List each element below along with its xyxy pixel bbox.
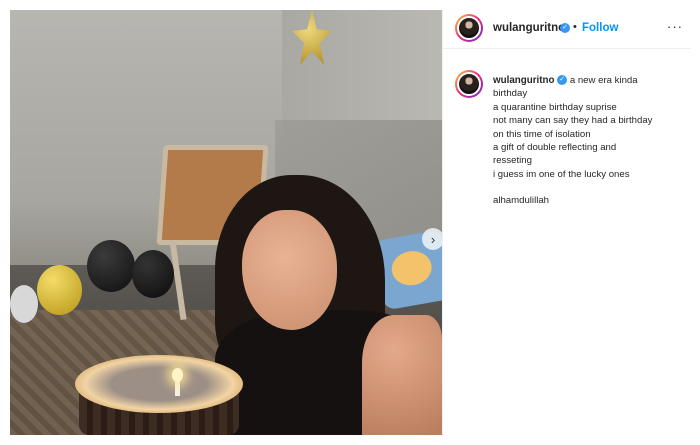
- instagram-post: › wulanguritno ✓ • Follow ··· wulangurit…: [0, 0, 700, 445]
- caption-avatar-image: [457, 72, 481, 96]
- post-sidebar: wulanguritno ✓ • Follow ··· wulanguritno…: [442, 10, 691, 435]
- candle-flame: [172, 368, 183, 382]
- post-header: wulanguritno ✓ • Follow ···: [443, 10, 691, 49]
- caption-line: a quarantine birthday suprise: [493, 101, 617, 113]
- caption-line: i guess im one of the lucky ones: [493, 168, 630, 180]
- cake-top: [75, 355, 243, 413]
- caption-line: on this time of isolation: [493, 128, 591, 140]
- avatar-image: [457, 16, 481, 40]
- caption-line: a gift of double reflecting and: [493, 142, 617, 154]
- caption-text: wulanguritno ✓ a new era kinda birthday …: [493, 74, 685, 208]
- separator-dot: •: [573, 21, 577, 33]
- balloon-white: [10, 285, 38, 323]
- avatar[interactable]: [455, 14, 483, 42]
- verified-badge-icon: ✓: [560, 23, 570, 33]
- follow-button[interactable]: Follow: [582, 22, 618, 34]
- caption-username[interactable]: wulanguritno: [493, 75, 555, 86]
- caption-line: resseting: [493, 155, 532, 167]
- person-face: [242, 210, 337, 330]
- header-username[interactable]: wulanguritno: [493, 22, 565, 34]
- caption-line: birthday: [493, 88, 528, 100]
- verified-badge-icon: ✓: [557, 75, 568, 86]
- person-shoulder: [362, 315, 442, 435]
- balloon-black: [87, 240, 135, 292]
- chevron-right-icon[interactable]: ›: [422, 228, 442, 250]
- post-media[interactable]: ›: [10, 10, 442, 435]
- more-options-icon[interactable]: ···: [667, 19, 683, 34]
- balloon-gold: [37, 265, 82, 315]
- caption-first-line: wulanguritno ✓ a new era kinda: [493, 74, 685, 87]
- caption-line: a new era kinda: [569, 75, 638, 86]
- caption-closing: alhamdulillah: [493, 195, 549, 207]
- caption-line: not many can say they had a birthday: [493, 115, 653, 127]
- birthday-cake: [75, 355, 243, 435]
- caption-avatar[interactable]: [455, 70, 483, 98]
- balloon-black-2: [132, 250, 174, 298]
